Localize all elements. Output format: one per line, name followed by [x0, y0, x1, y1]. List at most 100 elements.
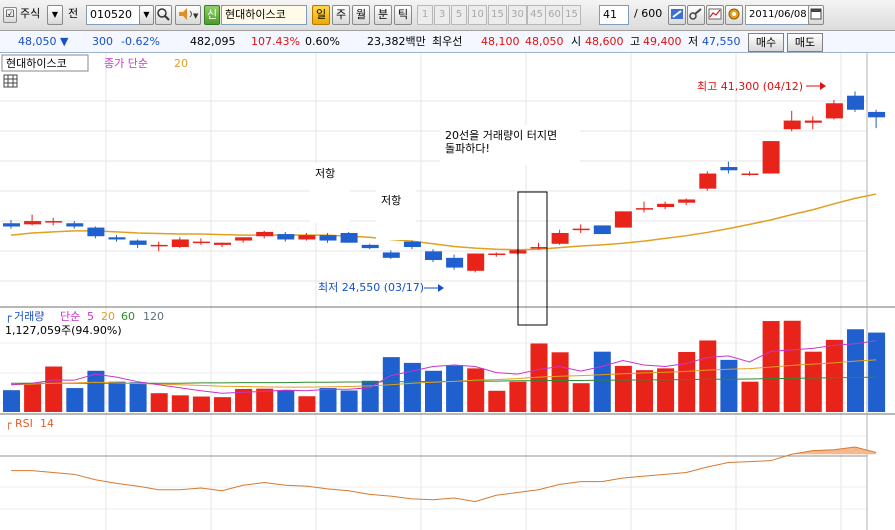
volume-bar — [129, 382, 147, 412]
candle-body — [192, 241, 210, 244]
candle-body — [847, 95, 864, 110]
high-label: 고 — [630, 35, 641, 48]
bid-price: 48,050 — [525, 35, 564, 48]
volume-bar — [488, 390, 506, 412]
period-minute-button[interactable]: 분 — [374, 5, 392, 25]
candle-body — [129, 240, 147, 245]
volume-bar — [868, 332, 886, 412]
company-name-field: 현대하이스코 — [221, 5, 307, 25]
candle-body — [762, 141, 780, 174]
candle-body — [214, 242, 231, 245]
volume-bar — [87, 370, 105, 412]
interval-button[interactable]: 5 — [451, 5, 467, 25]
volume-bar — [3, 390, 20, 412]
checkbox-icon[interactable]: ☑ — [3, 7, 17, 23]
candle-body — [403, 241, 421, 248]
buy-button[interactable]: 매수 — [748, 33, 784, 52]
rsi-period-label: 14 — [40, 417, 54, 430]
chart-area: 현대하이스코 종가 단순 20 저항 저항 20선을 거래량이 터지면 돌파하다… — [0, 53, 895, 530]
price-change-pct: -0.62% — [121, 35, 160, 48]
turnover-ratio: 0.60% — [305, 35, 340, 48]
interval-button[interactable]: 30 — [508, 5, 527, 25]
candle-body — [678, 199, 696, 203]
candle-body — [3, 223, 20, 227]
volume-bar — [446, 365, 464, 412]
quote-bar: 48,050 ▼ 300 -0.62% 482,095 107.43% 0.60… — [0, 31, 895, 53]
period-month-button[interactable]: 월 — [352, 5, 370, 25]
volume-bar — [847, 329, 864, 412]
volume-bar — [783, 320, 801, 412]
candle-body — [425, 251, 442, 261]
candle-body — [741, 173, 759, 176]
volume-value-text: 1,127,059주(94.90%) — [5, 324, 122, 337]
resistance-label-1: 저항 — [315, 167, 335, 180]
volume-bar — [699, 340, 717, 412]
candle-body — [720, 167, 738, 171]
candle-body — [530, 247, 548, 249]
gear-icon[interactable] — [725, 5, 743, 25]
interval-button[interactable]: 3 — [434, 5, 450, 25]
grid-icon[interactable] — [3, 74, 18, 88]
tools-icon[interactable] — [687, 5, 705, 25]
volume-bar — [614, 365, 632, 412]
prefix-label: 전 — [68, 7, 79, 20]
volume-bar — [340, 390, 358, 412]
candle-body — [699, 173, 717, 189]
candle-body — [150, 244, 168, 247]
candle-body — [45, 221, 63, 223]
interval-button[interactable]: 45 — [527, 5, 546, 25]
low-price: 47,550 — [702, 35, 741, 48]
calendar-icon[interactable] — [808, 5, 824, 25]
interval-button[interactable]: 10 — [468, 5, 487, 25]
rsi-panel-corner: ┌ — [5, 417, 12, 430]
candle-body — [488, 253, 506, 256]
stock-chart[interactable]: 현대하이스코 종가 단순 20 저항 저항 20선을 거래량이 터지면 돌파하다… — [0, 53, 895, 530]
date-field[interactable]: 2011/06/08 — [745, 5, 811, 25]
interval-button[interactable]: 1 — [417, 5, 433, 25]
vol-ma5-label: 5 — [87, 310, 94, 323]
volume-bar — [741, 381, 759, 412]
resistance-label-2: 저항 — [381, 194, 401, 207]
volume-ratio: 107.43% — [251, 35, 300, 48]
candle-body — [235, 237, 253, 241]
chart-icon[interactable] — [706, 5, 724, 25]
breakout-note-line2: 돌파하다! — [445, 141, 490, 155]
sell-button[interactable]: 매도 — [787, 33, 823, 52]
candle-body — [87, 227, 105, 237]
volume-bar — [319, 388, 337, 412]
candle-body — [551, 232, 569, 244]
speaker-icon[interactable]: ▼ — [175, 5, 201, 25]
candle-body — [277, 234, 295, 240]
period-tick-button[interactable]: 틱 — [394, 5, 412, 25]
candle-body — [657, 203, 675, 208]
search-icon[interactable] — [155, 5, 172, 25]
volume-bar — [256, 388, 274, 412]
volume-bar — [425, 370, 442, 412]
volume-bar — [636, 370, 653, 412]
volume-bar — [45, 366, 63, 412]
low-label: 저 — [688, 35, 699, 48]
vol-ma60-label: 60 — [121, 310, 135, 323]
settings-icon[interactable] — [668, 5, 686, 25]
candle-body — [804, 120, 822, 123]
volume-panel-title: 거래량 — [14, 310, 44, 323]
candle-body — [298, 235, 316, 240]
volume-bar — [298, 396, 316, 412]
volume-bar — [192, 396, 210, 412]
interval-button[interactable]: 15 — [488, 5, 507, 25]
period-week-button[interactable]: 주 — [332, 5, 350, 25]
price-change: 300 — [92, 35, 113, 48]
code-input[interactable]: 010520 — [86, 5, 140, 25]
volume-bar — [593, 351, 611, 412]
candle-body — [66, 223, 84, 227]
open-label: 시 — [571, 35, 582, 48]
trade-amount: 23,382백만 — [367, 35, 426, 48]
priority-label: 최우선 — [432, 35, 463, 48]
period-day-button[interactable]: 일 — [312, 5, 330, 25]
volume-bar — [467, 368, 485, 412]
count-input[interactable]: 41 — [599, 5, 629, 25]
market-dropdown-button[interactable]: ▼ — [47, 5, 63, 25]
code-dropdown-button[interactable]: ▼ — [139, 5, 154, 25]
volume-bar — [24, 382, 42, 412]
interval-button[interactable]: 15 — [562, 5, 581, 25]
